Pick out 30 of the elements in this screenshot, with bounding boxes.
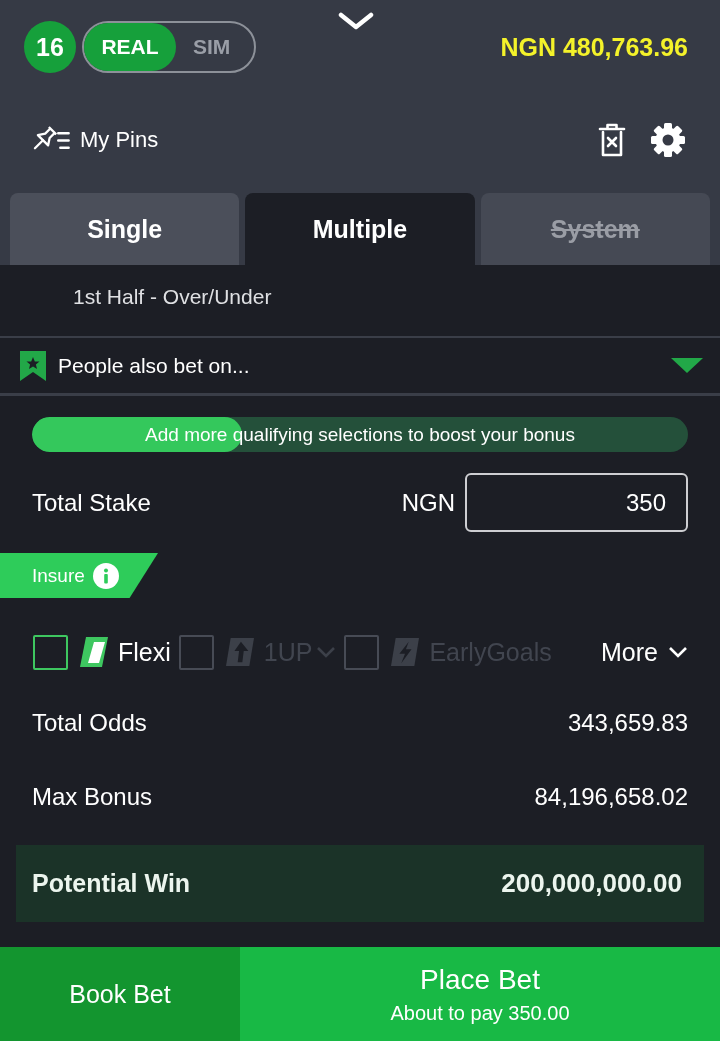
option-label: Flexi (118, 637, 171, 667)
people-also-bet-toggle[interactable]: People also bet on... (0, 338, 720, 393)
bookmark-star-icon (20, 350, 46, 381)
currency-label: NGN (401, 488, 455, 517)
market-name: 1st Half - Over/Under (72, 284, 273, 310)
level-badge: 16 (24, 21, 76, 73)
bet-type-tab[interactable]: Multiple (245, 193, 475, 265)
stake-input[interactable]: 350 (465, 473, 688, 532)
more-button[interactable]: More (601, 637, 688, 667)
summary-value: 84,196,658.02 (534, 783, 688, 811)
info-icon (92, 562, 119, 589)
bonus-progress-message: Add more qualifying selections to boost your bonus (145, 423, 575, 446)
summary-label: Total Odds (32, 709, 147, 737)
slanted-tile-icon (80, 637, 108, 667)
potential-win-label: Potential Win (32, 869, 191, 898)
my-pins-button[interactable]: My Pins (32, 126, 159, 154)
up-arrow-tile-icon (225, 637, 254, 667)
book-bet-button[interactable]: Book Bet (0, 947, 240, 1041)
bet-type-tab[interactable]: Single (10, 193, 240, 265)
summary-label: Max Bonus (32, 783, 153, 811)
chevron-down-icon (668, 646, 688, 658)
settings-icon[interactable] (650, 122, 686, 158)
potential-win-value: 200,000,000.00 (501, 868, 682, 899)
summary-value: 343,659.83 (567, 709, 688, 737)
checkbox[interactable] (33, 634, 68, 670)
mode-option[interactable]: SIM (176, 23, 248, 71)
account-balance: NGN 480,763.96 (500, 32, 688, 63)
lightning-tile-icon (391, 637, 420, 667)
trash-icon[interactable] (598, 123, 626, 157)
total-stake-label: Total Stake (32, 488, 152, 517)
